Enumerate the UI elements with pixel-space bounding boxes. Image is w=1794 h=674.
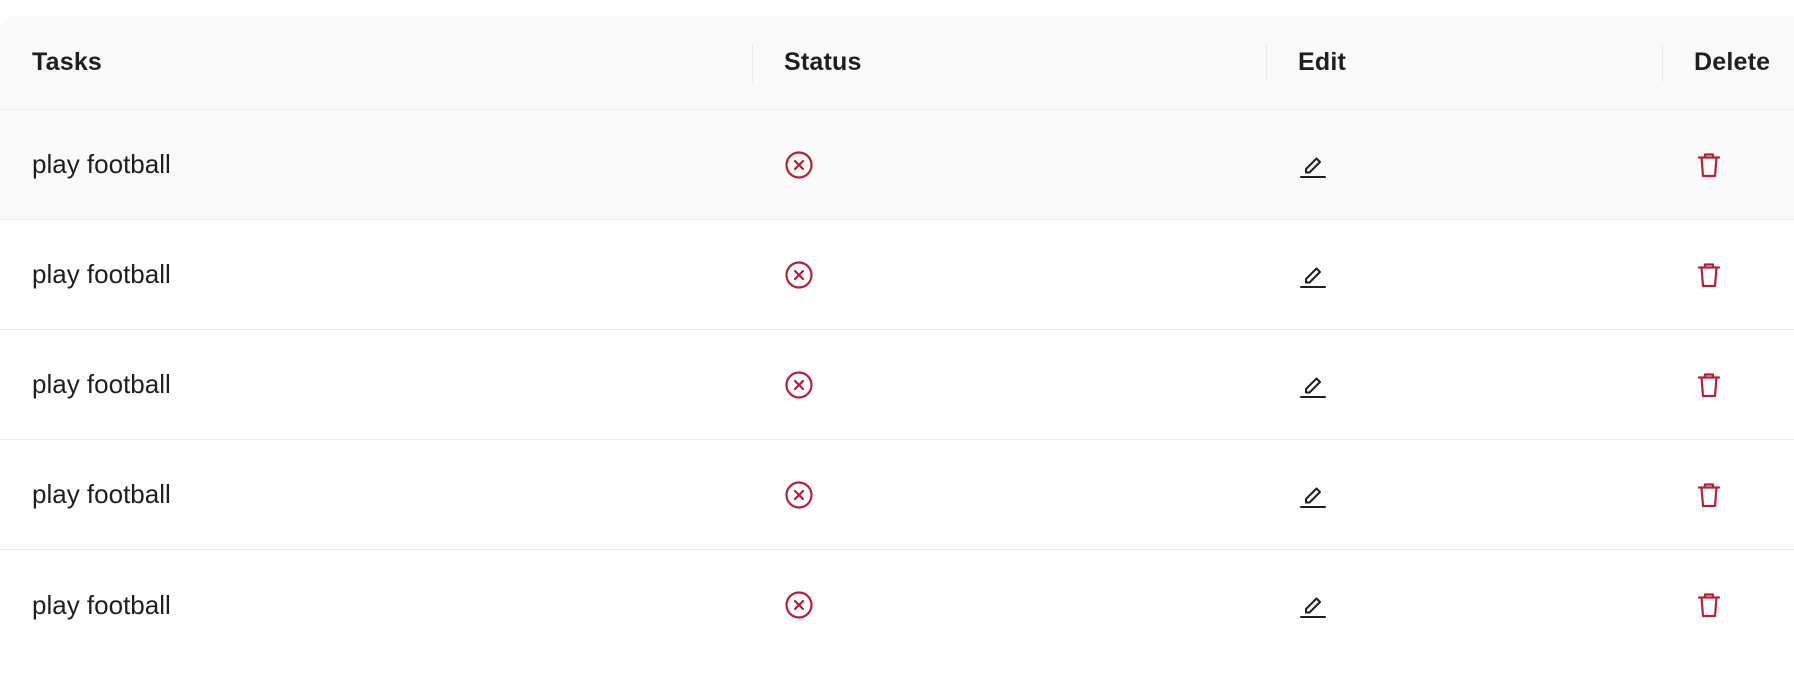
delete-cell: [1662, 220, 1794, 329]
edit-cell: [1266, 330, 1662, 439]
task-name: play football: [32, 369, 171, 399]
edit-cell: [1266, 440, 1662, 549]
close-circle-icon[interactable]: [784, 260, 814, 290]
task-name: play football: [32, 479, 171, 509]
header-status[interactable]: Status: [752, 16, 1266, 109]
delete-cell: [1662, 110, 1794, 219]
status-cell: [752, 330, 1266, 439]
table-row[interactable]: play football: [0, 330, 1794, 440]
table-body: play football play football play footbal…: [0, 110, 1794, 660]
status-cell: [752, 440, 1266, 549]
task-name: play football: [32, 589, 171, 620]
status-cell: [752, 550, 1266, 660]
close-circle-icon[interactable]: [784, 590, 814, 620]
table-header: Tasks Status Edit Delete: [0, 16, 1794, 110]
edit-icon[interactable]: [1298, 370, 1328, 400]
close-circle-icon[interactable]: [784, 150, 814, 180]
status-cell: [752, 110, 1266, 219]
delete-icon[interactable]: [1694, 590, 1724, 620]
edit-icon[interactable]: [1298, 480, 1328, 510]
close-circle-icon[interactable]: [784, 480, 814, 510]
edit-cell: [1266, 220, 1662, 329]
header-edit[interactable]: Edit: [1266, 16, 1662, 109]
header-delete[interactable]: Delete: [1662, 16, 1794, 109]
delete-icon[interactable]: [1694, 260, 1724, 290]
delete-icon[interactable]: [1694, 150, 1724, 180]
delete-cell: [1662, 330, 1794, 439]
table-row[interactable]: play football: [0, 220, 1794, 330]
table-row[interactable]: play football: [0, 440, 1794, 550]
edit-icon[interactable]: [1298, 260, 1328, 290]
edit-cell: [1266, 110, 1662, 219]
edit-icon[interactable]: [1298, 590, 1328, 620]
status-cell: [752, 220, 1266, 329]
delete-cell: [1662, 550, 1794, 660]
tasks-table: Tasks Status Edit Delete play football p…: [0, 16, 1794, 674]
close-circle-icon[interactable]: [784, 370, 814, 400]
delete-cell: [1662, 440, 1794, 549]
table-row[interactable]: play football: [0, 110, 1794, 220]
table-row[interactable]: play football: [0, 550, 1794, 660]
header-tasks[interactable]: Tasks: [0, 16, 752, 109]
task-name: play football: [32, 149, 171, 179]
delete-icon[interactable]: [1694, 480, 1724, 510]
edit-icon[interactable]: [1298, 150, 1328, 180]
delete-icon[interactable]: [1694, 370, 1724, 400]
edit-cell: [1266, 550, 1662, 660]
task-name: play football: [32, 259, 171, 289]
